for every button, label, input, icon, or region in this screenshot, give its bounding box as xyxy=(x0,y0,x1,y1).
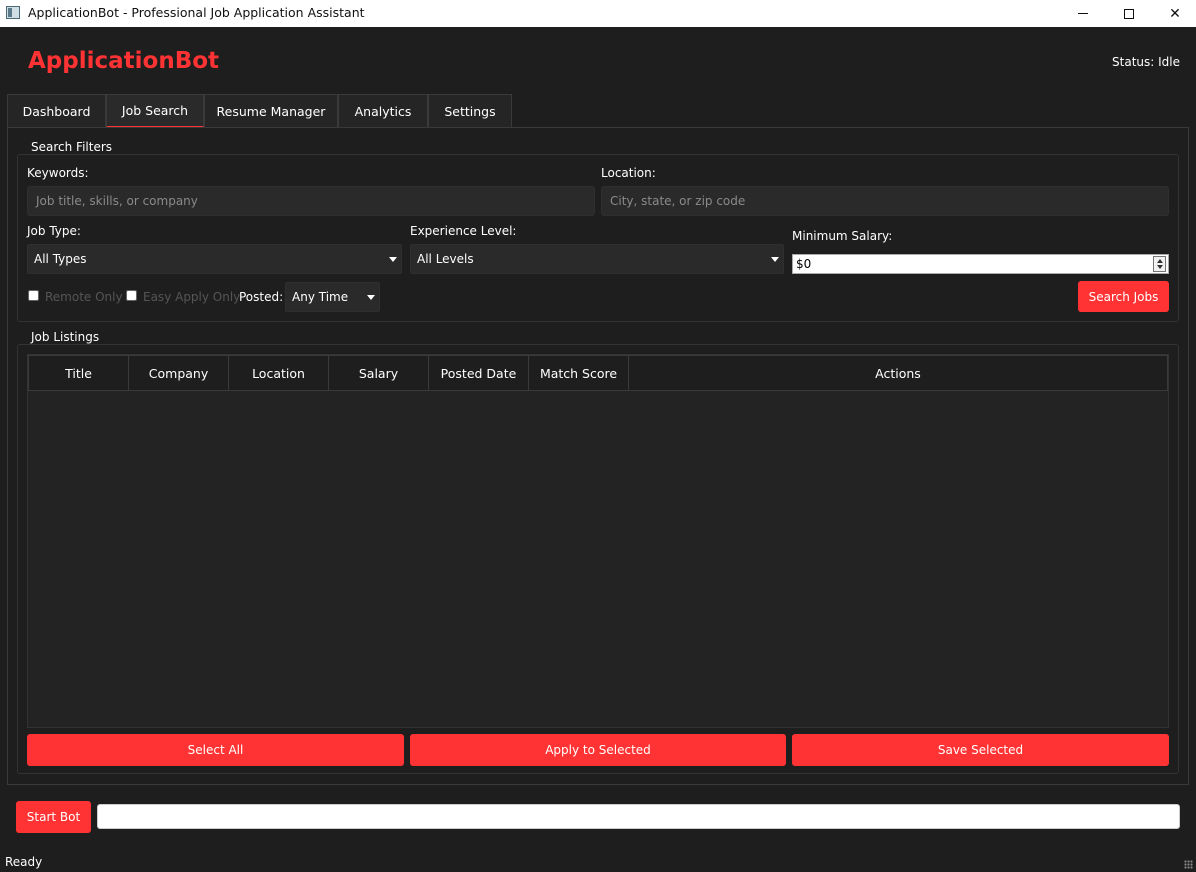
minimum-salary-label: Minimum Salary: xyxy=(792,229,893,243)
tab-job-search[interactable]: Job Search xyxy=(106,94,204,128)
tab-analytics[interactable]: Analytics xyxy=(338,94,428,128)
tab-settings[interactable]: Settings xyxy=(428,94,512,128)
spin-up-icon[interactable] xyxy=(1157,259,1163,263)
resize-grip-icon[interactable] xyxy=(1184,860,1193,869)
job-type-value: All Types xyxy=(34,252,87,266)
posted-select[interactable]: Any Time xyxy=(285,282,380,312)
location-input[interactable]: City, state, or zip code xyxy=(601,186,1169,216)
tab-dashboard[interactable]: Dashboard xyxy=(7,94,106,128)
posted-value: Any Time xyxy=(292,290,349,304)
chevron-down-icon xyxy=(367,295,375,300)
remote-only-checkbox[interactable] xyxy=(28,290,39,301)
location-label: Location: xyxy=(601,166,656,180)
spin-buttons[interactable] xyxy=(1153,256,1166,272)
close-button[interactable]: ✕ xyxy=(1152,0,1196,27)
keywords-input[interactable]: Job title, skills, or company xyxy=(27,186,595,216)
easy-apply-checkbox[interactable] xyxy=(126,290,137,301)
window-title-bar: ApplicationBot - Professional Job Applic… xyxy=(0,0,1196,27)
column-header-company[interactable]: Company xyxy=(128,355,229,391)
start-bot-button[interactable]: Start Bot xyxy=(16,801,91,833)
column-header-location[interactable]: Location xyxy=(228,355,329,391)
easy-apply-label[interactable]: Easy Apply Only xyxy=(143,290,240,304)
minimum-salary-value: $0 xyxy=(796,257,812,271)
column-header-posted-date[interactable]: Posted Date xyxy=(428,355,529,391)
keywords-label: Keywords: xyxy=(27,166,89,180)
save-selected-button[interactable]: Save Selected xyxy=(792,734,1169,766)
tab-resume-manager[interactable]: Resume Manager xyxy=(204,94,338,128)
chevron-down-icon xyxy=(771,257,779,262)
posted-label: Posted: xyxy=(239,290,284,304)
minimize-button[interactable] xyxy=(1060,0,1106,27)
search-jobs-button[interactable]: Search Jobs xyxy=(1078,281,1169,312)
job-type-label: Job Type: xyxy=(27,224,81,238)
column-header-actions[interactable]: Actions xyxy=(628,355,1168,391)
search-filters-title: Search Filters xyxy=(31,140,113,154)
maximize-icon xyxy=(1124,8,1134,19)
apply-to-selected-button[interactable]: Apply to Selected xyxy=(410,734,786,766)
maximize-button[interactable] xyxy=(1106,0,1152,27)
job-type-select[interactable]: All Types xyxy=(27,244,402,274)
progress-bar xyxy=(97,804,1180,829)
remote-only-label[interactable]: Remote Only xyxy=(45,290,123,304)
column-header-salary[interactable]: Salary xyxy=(328,355,429,391)
job-listings-table[interactable]: Title Company Location Salary Posted Dat… xyxy=(27,354,1169,728)
experience-level-label: Experience Level: xyxy=(410,224,517,238)
chevron-down-icon xyxy=(389,257,397,262)
experience-level-select[interactable]: All Levels xyxy=(410,244,784,274)
spin-down-icon[interactable] xyxy=(1157,265,1163,269)
column-header-match-score[interactable]: Match Score xyxy=(528,355,629,391)
close-icon: ✕ xyxy=(1169,5,1181,22)
app-icon xyxy=(6,6,20,19)
minimize-icon xyxy=(1078,13,1088,14)
select-all-button[interactable]: Select All xyxy=(27,734,404,766)
column-header-title[interactable]: Title xyxy=(28,355,129,391)
job-listings-title: Job Listings xyxy=(31,330,100,344)
bot-status-label: Status: Idle xyxy=(1112,55,1180,69)
window-title: ApplicationBot - Professional Job Applic… xyxy=(28,5,365,20)
app-brand-title: ApplicationBot xyxy=(28,48,220,74)
status-bar-text: Ready xyxy=(5,855,43,869)
minimum-salary-spinbox[interactable]: $0 xyxy=(792,254,1169,274)
experience-level-value: All Levels xyxy=(417,252,474,266)
